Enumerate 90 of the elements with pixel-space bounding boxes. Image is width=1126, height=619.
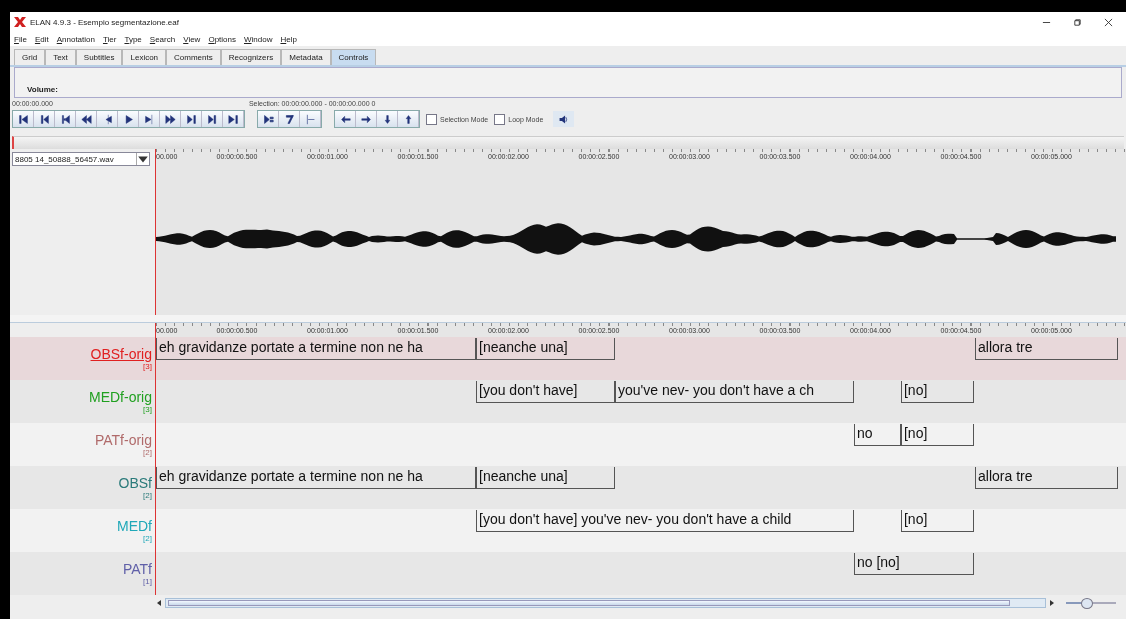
tab[interactable]: Controls <box>330 49 377 65</box>
step-forward-icon <box>143 113 155 125</box>
scrollbar-thumb[interactable] <box>168 600 1010 606</box>
arrow-down-icon <box>381 113 393 125</box>
step-forward-icon <box>185 113 197 125</box>
tab[interactable]: Lexicon <box>122 49 167 65</box>
annotation[interactable]: [you don't have] <box>476 381 615 403</box>
step-back-icon <box>59 113 71 125</box>
tab[interactable]: Recognizers <box>220 49 282 65</box>
tab[interactable]: Text <box>45 49 76 65</box>
menu-item[interactable]: Type <box>124 34 142 44</box>
player-button[interactable] <box>223 111 244 127</box>
annotation[interactable]: no [no] <box>853 553 974 575</box>
annotation[interactable]: allora tre <box>975 467 1118 489</box>
annotation[interactable]: you've nev- you don't have a ch <box>615 381 854 403</box>
speaker-icon <box>558 113 570 125</box>
window-title: ELAN 4.9.3 - Esempio segmentazione.eaf <box>30 17 179 27</box>
menu-item[interactable]: Tier <box>102 34 117 44</box>
skip-to-start-icon <box>17 113 29 125</box>
navigation-button[interactable] <box>335 111 356 127</box>
player-button[interactable] <box>181 111 202 127</box>
go-to-boundary-icon <box>304 113 316 125</box>
annotation-count: [2] <box>143 490 152 500</box>
player-button[interactable] <box>118 111 139 127</box>
annotation[interactable]: [neanche una] <box>476 467 615 489</box>
checkbox[interactable] <box>494 113 506 125</box>
selection-button[interactable] <box>258 111 279 127</box>
menu-item[interactable]: Options <box>208 34 236 44</box>
arrow-up-icon <box>402 113 414 125</box>
menu-item[interactable]: File <box>14 34 27 44</box>
app-logo-icon <box>14 17 26 27</box>
navigation-button[interactable] <box>398 111 419 127</box>
annotation[interactable]: [no] <box>901 381 974 403</box>
tab[interactable]: Comments <box>166 49 221 65</box>
scroll-right-icon[interactable] <box>1048 599 1056 607</box>
tier-name[interactable]: PATf-orig <box>94 432 152 448</box>
annotation[interactable]: no <box>853 424 901 446</box>
forward-icon <box>164 113 176 125</box>
arrow-left-icon <box>339 113 351 125</box>
navigation-button[interactable] <box>356 111 377 127</box>
tab[interactable]: Grid <box>14 49 46 65</box>
annotation-count: [3] <box>143 361 152 371</box>
skip-to-end-icon <box>227 113 239 125</box>
annotation[interactable]: eh gravidanze portate a termine non ne ha <box>156 338 476 360</box>
close-icon[interactable] <box>1104 17 1113 27</box>
mute-button[interactable] <box>553 111 575 127</box>
annotation[interactable]: eh gravidanze portate a termine non ne ha <box>156 467 476 489</box>
previous-frame-icon <box>38 113 50 125</box>
scroll-left-icon[interactable] <box>155 599 163 607</box>
annotation[interactable]: [neanche una] <box>476 338 615 360</box>
menu-item[interactable]: Help <box>280 34 297 44</box>
tier-name[interactable]: OBSf <box>118 475 152 491</box>
tab[interactable]: Subtitles <box>75 49 123 65</box>
annotation-count: [1] <box>143 576 152 586</box>
arrow-right-icon <box>360 113 372 125</box>
menu-item[interactable]: View <box>183 34 201 44</box>
annotation[interactable]: [you don't have] you've nev- you don't have a child <box>476 510 854 532</box>
annotation[interactable]: allora tre <box>975 338 1118 360</box>
media-dropdown[interactable]: 8805 14_50888_56457.wav <box>12 152 150 166</box>
player-button[interactable] <box>34 111 55 127</box>
player-button[interactable] <box>76 111 97 127</box>
tier-name[interactable]: PATf <box>122 561 152 577</box>
play-selection-icon <box>262 113 274 125</box>
player-button[interactable] <box>97 111 118 127</box>
player-button[interactable] <box>13 111 34 127</box>
player-button[interactable] <box>202 111 223 127</box>
player-button[interactable] <box>160 111 181 127</box>
annotation[interactable]: [no] <box>901 510 974 532</box>
media-file-name: 8805 14_50888_56457.wav <box>15 154 114 164</box>
annotation-count: [2] <box>143 533 152 543</box>
menu-item[interactable]: Edit <box>34 34 49 44</box>
next-frame-icon <box>206 113 218 125</box>
navigation-button[interactable] <box>377 111 398 127</box>
annotation-count: [3] <box>143 404 152 414</box>
player-button[interactable] <box>55 111 76 127</box>
menu-item[interactable]: Annotation <box>56 34 95 44</box>
restore-icon[interactable] <box>1073 17 1082 27</box>
menu-item[interactable]: Window <box>244 34 273 44</box>
caret-icon <box>136 153 149 165</box>
annotation[interactable]: [no] <box>901 424 974 446</box>
annotation-count: [2] <box>143 447 152 457</box>
play-icon <box>122 113 134 125</box>
tab[interactable]: Metadata <box>281 49 331 65</box>
volume-label: Volume: <box>27 85 58 94</box>
menu-item[interactable]: Search <box>149 34 176 44</box>
selection-button[interactable] <box>279 111 300 127</box>
checkbox[interactable] <box>426 113 437 125</box>
slider-thumb[interactable] <box>1081 597 1093 609</box>
rewind-icon <box>80 113 92 125</box>
player-button[interactable] <box>139 111 160 127</box>
